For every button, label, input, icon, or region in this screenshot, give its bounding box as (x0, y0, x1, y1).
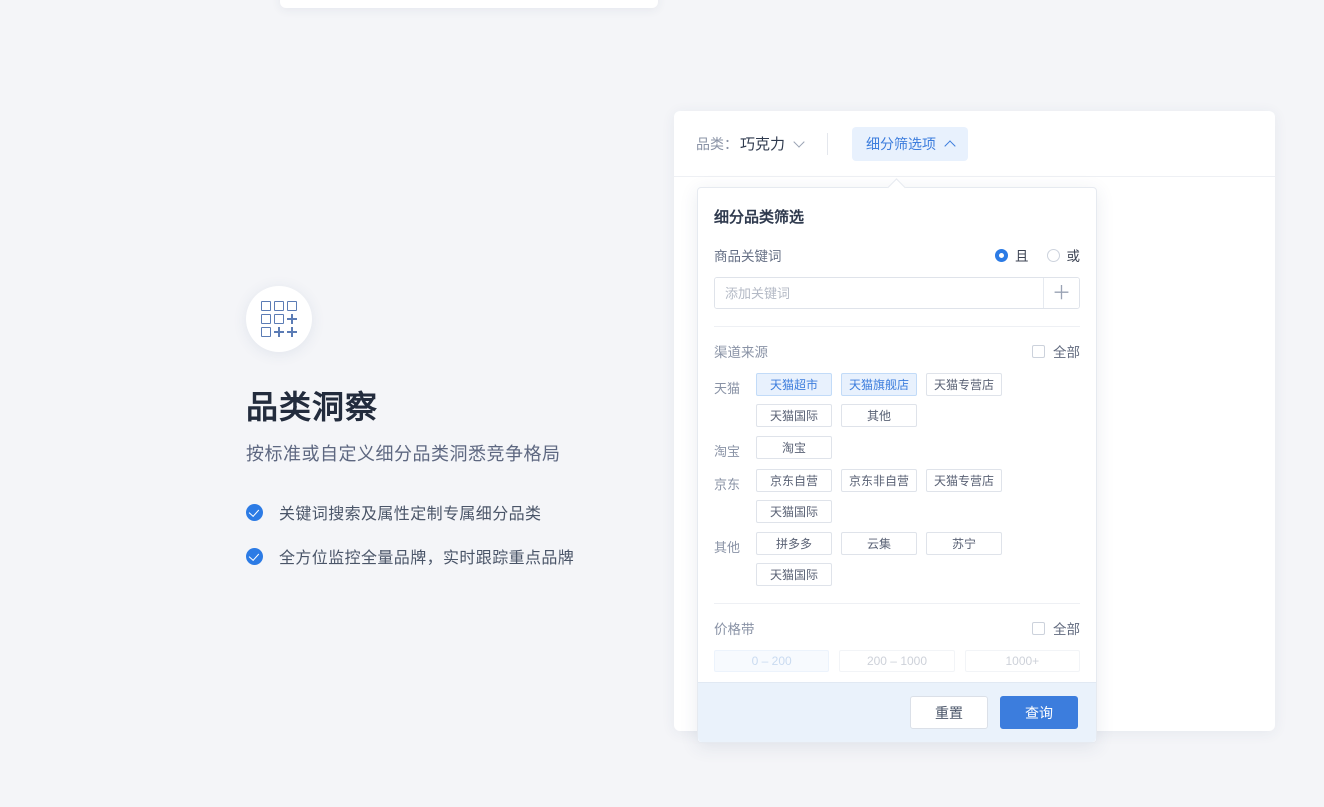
check-circle-icon (246, 547, 263, 565)
channel-group-tags: 京东自营 京东非自营 天猫专营店 天猫国际 (756, 469, 1080, 523)
list-item: 关键词搜索及属性定制专属细分品类 (246, 500, 666, 524)
channel-tag[interactable]: 其他 (841, 404, 917, 427)
toolbar-divider (827, 132, 829, 155)
channel-group-label: 其他 (714, 540, 741, 555)
category-grid-icon (261, 301, 297, 337)
channel-tag[interactable]: 天猫国际 (756, 563, 832, 586)
checkbox-icon (1032, 344, 1045, 358)
price-tag[interactable]: 200 – 1000 (839, 650, 955, 672)
section-divider (714, 603, 1080, 604)
channel-tag[interactable]: 苏宁 (926, 532, 1002, 555)
filter-toolbar: 品类： 巧克力 细分筛选项 (674, 111, 1275, 177)
chevron-down-icon (793, 135, 805, 148)
channel-group-tmall: 天猫 天猫超市 天猫旗舰店 天猫专营店 天猫国际 其他 (714, 373, 1080, 427)
price-tag[interactable]: 0 – 200 (714, 650, 830, 672)
channel-group-tags: 拼多多 云集 苏宁 天猫国际 (756, 532, 1080, 586)
submit-query-button[interactable]: 查询 (1000, 696, 1078, 729)
channel-tag[interactable]: 京东自营 (756, 469, 832, 492)
popup-title: 细分品类筛选 (714, 209, 805, 226)
channel-group-tags: 淘宝 (756, 436, 1080, 459)
channel-select-all[interactable]: 全部 (1032, 341, 1080, 361)
radio-or[interactable]: 或 (1046, 245, 1081, 265)
checkbox-icon (1032, 621, 1045, 635)
price-label: 价格带 (714, 622, 755, 637)
subdivision-filter-toggle-label: 细分筛选项 (866, 135, 937, 152)
radio-or-dot (1046, 248, 1060, 262)
channel-tag[interactable]: 天猫超市 (756, 373, 832, 396)
channel-label: 渠道来源 (714, 345, 768, 360)
check-circle-icon (246, 503, 263, 521)
list-item: 全方位监控全量品牌，实时跟踪重点品牌 (246, 544, 666, 568)
channel-group-label: 天猫 (714, 381, 741, 396)
radio-or-label: 或 (1066, 249, 1081, 264)
keyword-input-group: ＋ (714, 277, 1080, 309)
price-tag[interactable]: 1000+ (964, 650, 1080, 672)
add-keyword-button[interactable]: ＋ (1043, 278, 1079, 308)
reset-button[interactable]: 重置 (910, 696, 988, 729)
channel-tag[interactable]: 天猫国际 (756, 500, 832, 523)
channel-tag[interactable]: 天猫专营店 (926, 373, 1002, 396)
channel-tag[interactable]: 天猫国际 (756, 404, 832, 427)
channel-group-tags: 天猫超市 天猫旗舰店 天猫专营店 天猫国际 其他 (756, 373, 1080, 427)
radio-and[interactable]: 且 (995, 245, 1029, 265)
feature-text: 全方位监控全量品牌，实时跟踪重点品牌 (279, 550, 575, 568)
price-select-all-label: 全部 (1053, 622, 1080, 637)
channel-group-taobao: 淘宝 淘宝 (714, 436, 1080, 460)
category-dropdown-label: 品类： (696, 135, 738, 152)
keyword-logic-radio-group: 且 或 (977, 245, 1080, 265)
channel-group-label: 京东 (714, 477, 741, 492)
popup-content-fade (714, 672, 1080, 682)
channel-tag[interactable]: 淘宝 (756, 436, 832, 459)
price-section: 价格带 全部 0 – 200 200 – 1000 1000+ (714, 618, 1080, 672)
channel-tag[interactable]: 云集 (841, 532, 917, 555)
channel-tag[interactable]: 京东非自营 (841, 469, 917, 492)
radio-and-label: 且 (1015, 249, 1029, 264)
feature-text: 关键词搜索及属性定制专属细分品类 (279, 506, 542, 524)
hero-badge (246, 286, 312, 352)
channel-tag[interactable]: 天猫旗舰店 (841, 373, 917, 396)
category-dropdown[interactable]: 品类： 巧克力 (696, 133, 805, 154)
chevron-up-icon (944, 139, 956, 152)
subdivision-filter-toggle[interactable]: 细分筛选项 (852, 126, 969, 161)
keyword-input[interactable] (715, 278, 1043, 308)
hero-section: 品类洞察 按标准或自定义细分品类洞悉竞争格局 关键词搜索及属性定制专属细分品类 … (246, 286, 666, 588)
price-select-all[interactable]: 全部 (1032, 618, 1080, 638)
category-dropdown-value: 巧克力 (740, 136, 786, 153)
keyword-header: 商品关键词 且 或 (714, 245, 1080, 265)
page-subtitle: 按标准或自定义细分品类洞悉竞争格局 (246, 444, 561, 465)
section-divider (714, 326, 1080, 327)
channel-group-jd: 京东 京东自营 京东非自营 天猫专营店 天猫国际 (714, 469, 1080, 523)
price-tag-list: 0 – 200 200 – 1000 1000+ (714, 650, 1080, 672)
channel-group-other: 其他 拼多多 云集 苏宁 天猫国际 (714, 532, 1080, 586)
channel-tag[interactable]: 拼多多 (756, 532, 832, 555)
popup-body: 细分品类筛选 商品关键词 且 或 ＋ 渠道来源 (698, 188, 1096, 682)
popup-footer: 重置 查询 (698, 682, 1096, 742)
subdivision-filter-popup: 细分品类筛选 商品关键词 且 或 ＋ 渠道来源 (697, 178, 1097, 743)
background-card-stub (280, 0, 658, 8)
channel-group-label: 淘宝 (714, 444, 741, 459)
channel-tag[interactable]: 天猫专营店 (926, 469, 1002, 492)
page-title: 品类洞察 (246, 389, 379, 425)
keyword-label: 商品关键词 (714, 249, 782, 264)
channel-select-all-label: 全部 (1053, 345, 1080, 360)
price-header: 价格带 全部 (714, 618, 1080, 638)
channel-header: 渠道来源 全部 (714, 341, 1080, 361)
radio-and-dot (995, 248, 1008, 262)
feature-list: 关键词搜索及属性定制专属细分品类 全方位监控全量品牌，实时跟踪重点品牌 (246, 500, 666, 568)
